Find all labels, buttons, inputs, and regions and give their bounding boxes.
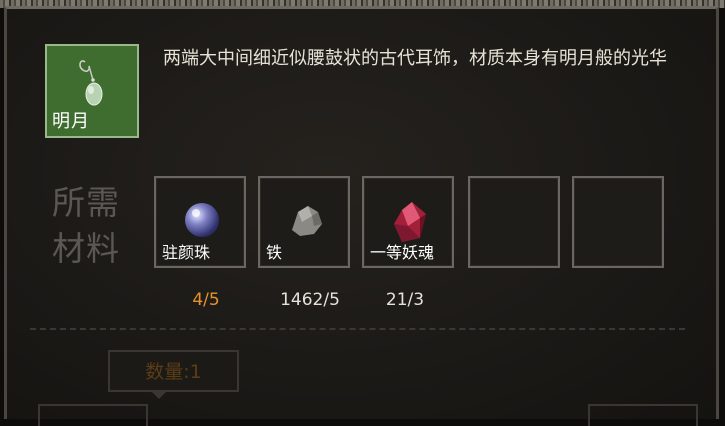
section-divider — [30, 328, 685, 330]
item-description: 两端大中间细近似腰鼓状的古代耳饰，材质本身有明月般的光华 — [163, 48, 667, 69]
iron-ore-icon — [292, 206, 322, 236]
required-materials-label: 所需 材料 — [52, 180, 120, 272]
material-slot-4-empty[interactable] — [468, 176, 560, 268]
material-count-3: 21/3 — [385, 290, 425, 310]
quantity-display[interactable]: 数量:1 — [108, 350, 239, 392]
item-name: 明月 — [52, 111, 90, 132]
required-label-line2: 材料 — [52, 229, 120, 268]
material-slot-5-empty[interactable] — [572, 176, 664, 268]
item-slot[interactable]: 明月 — [45, 44, 139, 138]
material-slot-2[interactable]: 铁 — [258, 176, 350, 268]
pearl-orb-icon — [185, 203, 219, 237]
material-count-1: 4/5 — [192, 290, 220, 310]
material-name-2: 铁 — [266, 243, 283, 262]
right-button[interactable] — [588, 404, 698, 426]
material-name-1: 驻颜珠 — [162, 243, 211, 262]
material-count-2: 1462/5 — [280, 290, 340, 310]
jade-earring-icon — [79, 60, 103, 106]
material-slot-3[interactable]: 一等妖魂 — [362, 176, 454, 268]
quantity-label: 数量:1 — [145, 361, 202, 383]
red-crystal-icon — [394, 202, 426, 242]
required-label-line1: 所需 — [52, 183, 120, 222]
quantity-pointer — [150, 390, 168, 399]
left-button[interactable] — [38, 404, 148, 426]
material-slot-1[interactable]: 驻颜珠 — [154, 176, 246, 268]
material-name-3: 一等妖魂 — [370, 243, 435, 262]
